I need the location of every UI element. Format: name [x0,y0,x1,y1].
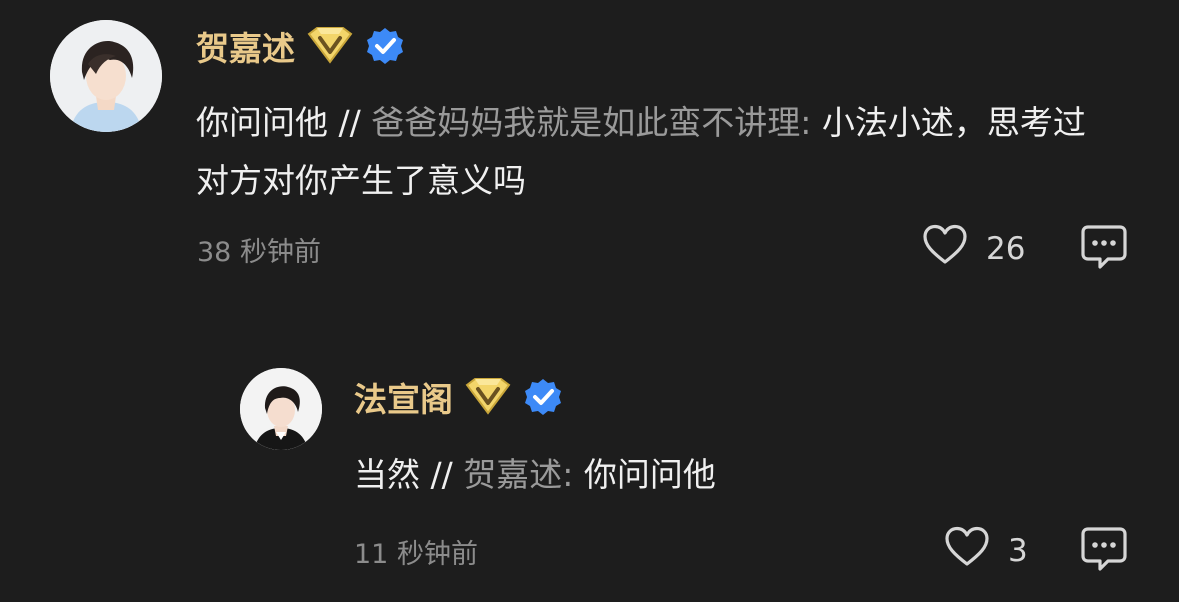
heart-icon [922,224,968,274]
comment-text-main: 你问问他 [196,103,328,142]
comment-text-main: 当然 [354,455,420,494]
diamond-badge-icon [305,26,355,66]
repost-separator: // [338,103,361,142]
heart-icon [944,526,990,576]
comment-body: 你问问他 // 爸爸妈妈我就是如此蛮不讲理: 小法小述，思考过对方对你产生了意义… [196,94,1096,210]
like-count: 26 [986,231,1026,267]
reply-button[interactable] [1080,526,1128,572]
reply-button[interactable] [1080,224,1128,270]
username-text[interactable]: 法宣阁 [354,373,453,421]
comment-timestamp: 38 秒钟前 [197,237,321,268]
comment-text-tail: 你问问他 [583,455,716,494]
like-button[interactable]: 26 [922,224,1025,274]
username[interactable]: 法宣阁 [354,372,563,422]
avatar[interactable] [50,20,162,132]
username-text[interactable]: 贺嘉述 [196,22,295,70]
comment-bubble-icon [1081,225,1127,269]
diamond-badge-icon [463,377,513,417]
avatar[interactable] [240,368,322,450]
username[interactable]: 贺嘉述 [196,22,405,70]
repost-separator: // [430,455,453,494]
comment-timestamp: 11 秒钟前 [354,539,478,570]
comment-bubble-icon [1081,527,1127,571]
comment-thread: 贺嘉述 你问问他 // 爸爸妈妈我就是如此蛮不讲理: 小法小述，思考过对方对你产… [0,0,1179,602]
quoted-username[interactable]: 贺嘉述: [463,455,573,494]
like-count: 3 [1008,533,1028,569]
comment-body: 当然 // 贺嘉述: 你问问他 [354,446,1134,504]
quoted-username[interactable]: 爸爸妈妈我就是如此蛮不讲理: [371,103,811,142]
verified-check-icon [365,26,405,66]
verified-check-icon [523,377,563,417]
like-button[interactable]: 3 [944,526,1028,576]
